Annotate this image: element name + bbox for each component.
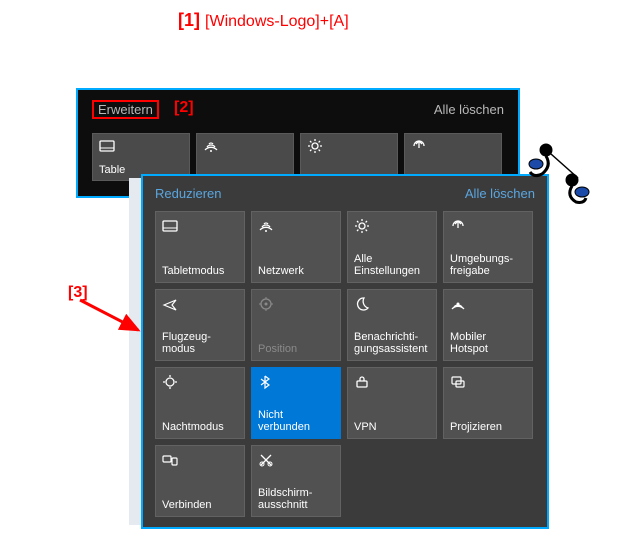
snip-icon bbox=[258, 452, 334, 470]
location-icon bbox=[258, 296, 334, 314]
network-icon bbox=[258, 218, 334, 236]
quick-action-tile[interactable]: Mobiler Hotspot bbox=[443, 289, 533, 361]
quick-action-tile[interactable]: Netzwerk bbox=[251, 211, 341, 283]
tile-label: Nachtmodus bbox=[162, 421, 238, 434]
quick-action-tile[interactable]: Position bbox=[251, 289, 341, 361]
tile-label: Nicht verbunden bbox=[258, 409, 334, 434]
settings-icon bbox=[307, 138, 391, 157]
tablet-mode-icon bbox=[99, 138, 183, 157]
tile-label: Umgebungs-freigabe bbox=[450, 253, 526, 278]
tile-label: Bildschirm-ausschnitt bbox=[258, 487, 334, 512]
settings-icon bbox=[354, 218, 430, 236]
tile-label: Mobiler Hotspot bbox=[450, 331, 526, 356]
tile-label: Benachrichti-gungsassistent bbox=[354, 331, 430, 356]
tile-label: Verbinden bbox=[162, 499, 238, 512]
project-icon bbox=[450, 374, 526, 392]
quick-action-tile[interactable]: Nicht verbunden bbox=[251, 367, 341, 439]
vpn-icon bbox=[354, 374, 430, 392]
tile-label: Alle Einstellungen bbox=[354, 253, 430, 278]
moon-icon bbox=[354, 296, 430, 314]
quick-action-tile[interactable]: Alle Einstellungen bbox=[347, 211, 437, 283]
quick-action-tile[interactable]: Nachtmodus bbox=[155, 367, 245, 439]
quick-action-tile[interactable]: Flugzeug-modus bbox=[155, 289, 245, 361]
hotspot-icon bbox=[450, 296, 526, 314]
tile-label: Netzwerk bbox=[258, 265, 334, 278]
share-icon bbox=[411, 138, 495, 157]
annotation-2: [2] bbox=[174, 99, 194, 117]
expand-highlight-box: Erweitern bbox=[92, 100, 159, 119]
quick-action-tile[interactable]: Tabletmodus bbox=[155, 211, 245, 283]
tile-label: Position bbox=[258, 343, 334, 356]
annotation-3: [3] bbox=[68, 284, 88, 302]
tablet-mode-icon bbox=[162, 218, 238, 236]
network-icon bbox=[203, 138, 287, 157]
connect-icon bbox=[162, 452, 238, 470]
tile-label: Projizieren bbox=[450, 421, 526, 434]
clear-all-button[interactable]: Alle löschen bbox=[434, 102, 504, 117]
tile-label: Flugzeug-modus bbox=[162, 331, 238, 356]
action-center-expanded: Reduzieren Alle löschen Tabletmodus Netzw… bbox=[141, 174, 549, 529]
clear-all-button[interactable]: Alle löschen bbox=[465, 186, 535, 201]
nightlight-icon bbox=[162, 374, 238, 392]
quick-action-tile[interactable]: Projizieren bbox=[443, 367, 533, 439]
quick-action-tile[interactable]: Bildschirm-ausschnitt bbox=[251, 445, 341, 517]
tile-label: VPN bbox=[354, 421, 430, 434]
reduce-button[interactable]: Reduzieren bbox=[155, 186, 222, 201]
share-icon bbox=[450, 218, 526, 236]
quick-action-tile[interactable]: VPN bbox=[347, 367, 437, 439]
scroll-gutter bbox=[129, 178, 141, 525]
expand-button[interactable]: Erweitern bbox=[94, 101, 157, 118]
airplane-icon bbox=[162, 296, 238, 314]
quick-action-tile[interactable]: Umgebungs-freigabe bbox=[443, 211, 533, 283]
quick-action-tile[interactable]: Benachrichti-gungsassistent bbox=[347, 289, 437, 361]
bluetooth-icon bbox=[258, 374, 334, 392]
tile-label: Tabletmodus bbox=[162, 265, 238, 278]
annotation-1: [1] [Windows-Logo]+[A] bbox=[178, 10, 349, 31]
quick-action-tile[interactable]: Verbinden bbox=[155, 445, 245, 517]
